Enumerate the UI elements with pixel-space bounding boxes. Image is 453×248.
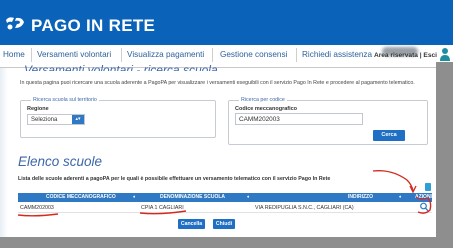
region-label: Regione	[27, 106, 49, 112]
nav-versamenti-volontari[interactable]: Versamenti volontari	[37, 50, 111, 59]
user-icon[interactable]	[440, 47, 450, 61]
close-button[interactable]: Chiudi	[213, 219, 235, 229]
col-codice[interactable]: CODICE MECCANOGRAFICO	[46, 194, 116, 200]
cell-name: CPIA 1 CAGLIARI	[141, 205, 184, 211]
schools-description: Lista delle scuole aderenti a pagoPA per…	[18, 176, 331, 182]
code-label: Codice meccanografico	[235, 106, 298, 112]
nav-separator	[212, 48, 213, 62]
sort-icon[interactable]: ♦	[133, 194, 135, 199]
nav-separator	[31, 48, 32, 62]
nav-visualizza-pagamenti[interactable]: Visualizza pagamenti	[127, 50, 204, 59]
col-azioni: AZIONI	[415, 194, 432, 200]
app-window: PAGO IN RETE Home Versamenti volontari V…	[0, 0, 453, 248]
arrow-head-mark	[409, 185, 417, 194]
schools-title: Elenco scuole	[18, 154, 103, 169]
right-frame	[436, 62, 453, 248]
chevron-updown-icon: ▴▾	[72, 115, 84, 124]
sort-icon[interactable]: ♦	[247, 194, 249, 199]
intro-text: In questa pagina puoi ricercare una scuo…	[20, 80, 415, 86]
schools-table-header: CODICE MECCANOGRAFICO ♦ DENOMINAZIONE SC…	[18, 193, 432, 202]
col-indirizzo[interactable]: INDIRIZZO	[348, 194, 373, 200]
export-icon[interactable]	[425, 183, 431, 191]
nav-home[interactable]: Home	[3, 50, 25, 59]
nav-gestione-consensi[interactable]: Gestione consensi	[220, 50, 287, 59]
code-input[interactable]: CAMM202003	[235, 113, 363, 125]
col-denominazione[interactable]: DENOMINAZIONE SCUOLA	[160, 194, 225, 200]
cell-code: CAMM202003	[20, 205, 54, 211]
search-button[interactable]: Cerca	[373, 130, 405, 141]
code-search-panel: Ricerca per codice Codice meccanografico…	[228, 97, 428, 145]
territory-search-legend: Ricerca scuola sul territorio	[31, 97, 99, 103]
brand-title[interactable]: PAGO IN RETE	[31, 16, 155, 36]
table-row: CAMM202003 CPIA 1 CAGLIARI VIA REDIPUGLI…	[18, 202, 432, 213]
nav-richiedi-assistenza[interactable]: Richiedi assistenza	[302, 50, 372, 59]
header-bar: PAGO IN RETE	[0, 0, 453, 45]
cell-address: VIA REDIPUGLIA S.N.C., CAGLIARI (CA)	[255, 205, 354, 211]
underline-code-mark	[17, 213, 59, 217]
page-title: Versamenti volontari - ricerca scuola	[24, 63, 218, 71]
reserved-area-link[interactable]: Area riservata | Esci	[374, 52, 437, 59]
code-search-legend: Ricerca per codice	[239, 97, 287, 103]
region-select[interactable]: Seleziona ▴▾	[27, 114, 85, 125]
bottom-frame	[0, 237, 453, 248]
nav-separator	[296, 48, 297, 62]
cancel-button[interactable]: Cancella	[178, 219, 205, 229]
region-select-value: Seleziona	[31, 117, 58, 123]
sort-icon[interactable]: ♦	[399, 194, 401, 199]
nav-separator	[121, 48, 122, 62]
pagopa-logo-icon	[6, 17, 24, 30]
territory-search-panel: Ricerca scuola sul territorio Regione Se…	[20, 97, 216, 138]
page-shadow	[0, 68, 8, 238]
arrow-mark	[372, 170, 414, 192]
search-icon[interactable]	[419, 202, 430, 212]
